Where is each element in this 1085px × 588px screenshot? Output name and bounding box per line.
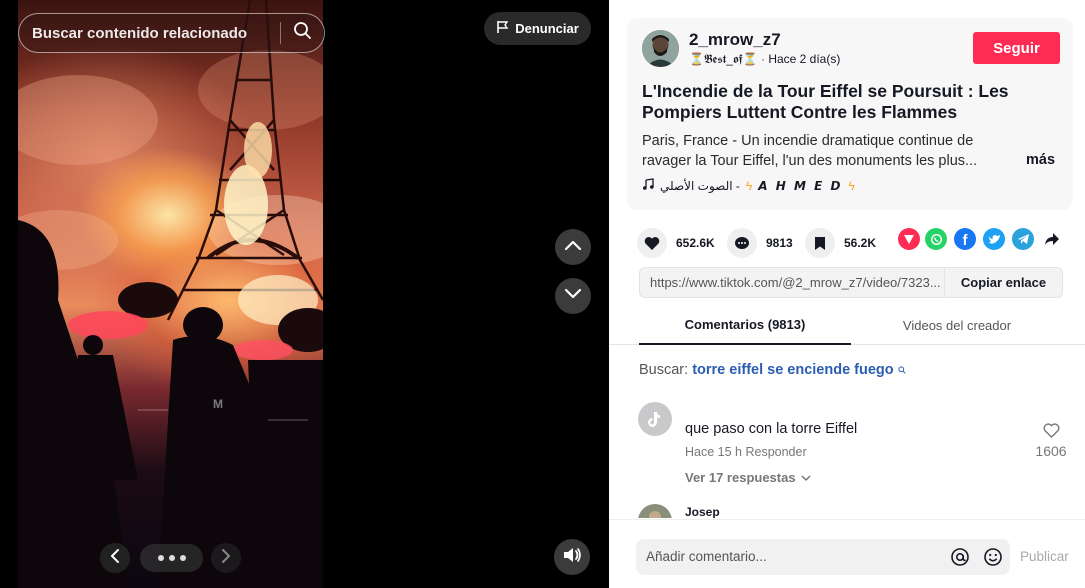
- copy-link-button[interactable]: Copiar enlace: [944, 268, 1062, 297]
- related-search-query[interactable]: torre eiffel se enciende fuego: [692, 362, 893, 378]
- related-search-suggestion[interactable]: Buscar: torre eiffel se enciende fuego: [639, 362, 906, 378]
- share-link-box: https://www.tiktok.com/@2_mrow_z7/video/…: [639, 267, 1063, 298]
- view-replies-button[interactable]: Ver 17 respuestas: [685, 470, 811, 485]
- lightning-icon: ϟ: [745, 178, 753, 193]
- telegram-icon[interactable]: [1012, 228, 1034, 250]
- flag-icon: [496, 20, 509, 37]
- mention-icon[interactable]: [950, 547, 970, 572]
- tiktok-logo-icon: [648, 412, 660, 427]
- search-divider: [280, 22, 281, 44]
- save-count: 56.2K: [844, 236, 877, 250]
- chevron-left-icon: [110, 548, 120, 568]
- save-stat[interactable]: 56.2K: [805, 228, 876, 258]
- related-search-label: Buscar:: [639, 362, 689, 378]
- svg-text:M: M: [213, 397, 223, 411]
- chevron-right-icon: [221, 548, 231, 568]
- chevron-down-icon: [801, 470, 811, 485]
- embed-share-icon[interactable]: [898, 228, 920, 250]
- author-username[interactable]: 2_mrow_z7: [689, 30, 781, 50]
- volume-icon: [562, 546, 582, 569]
- pagination-dot: [157, 555, 164, 561]
- comment-author-name[interactable]: Josep: [685, 505, 720, 518]
- author-card: 2_mrow_z7 ⏳𝕭𝖊𝖘𝖙_𝖔𝖋⏳ · Hace 2 día(s) Segu…: [627, 18, 1073, 210]
- report-button[interactable]: Denunciar: [484, 12, 591, 45]
- tab-creator-videos[interactable]: Videos del creador: [851, 306, 1063, 345]
- comment-text: que paso con la torre Eiffel: [685, 421, 858, 437]
- next-photo-button[interactable]: [211, 543, 241, 573]
- see-more-link[interactable]: más: [1026, 152, 1055, 168]
- comment-icon[interactable]: [727, 228, 757, 258]
- volume-button[interactable]: [554, 539, 590, 575]
- share-arrow-icon[interactable]: [1041, 228, 1063, 250]
- view-replies-label: Ver 17 respuestas: [685, 470, 796, 485]
- comment-like-button[interactable]: [1034, 423, 1068, 443]
- photo-pagination-dots: [140, 544, 203, 572]
- chevron-down-icon: [564, 287, 582, 305]
- heart-outline-icon: [1043, 423, 1060, 442]
- previous-video-button[interactable]: [555, 229, 591, 265]
- comment-count: 9813: [766, 236, 793, 250]
- video-frame: M: [18, 0, 323, 588]
- reply-button[interactable]: Responder: [745, 445, 806, 459]
- comment-stat[interactable]: 9813: [727, 228, 793, 258]
- video-player[interactable]: M Buscar contenido relacionado Denunciar: [0, 0, 609, 588]
- pagination-dot: [179, 555, 186, 561]
- comment-like-count: 1606: [1035, 443, 1067, 459]
- emoji-icon[interactable]: [983, 547, 1003, 572]
- tab-comments[interactable]: Comentarios (9813): [639, 306, 851, 345]
- chevron-up-icon: [564, 238, 582, 256]
- avatar[interactable]: [642, 30, 679, 67]
- bookmark-icon[interactable]: [805, 228, 835, 258]
- music-artist: 𝘼 𝙃 𝙈 𝙀 𝘿: [758, 178, 843, 193]
- related-search-input[interactable]: Buscar contenido relacionado: [32, 25, 280, 42]
- music-credit[interactable]: الصوت الأصلي - ϟ 𝘼 𝙃 𝙈 𝙀 𝘿 ϟ: [642, 178, 855, 193]
- video-link-text[interactable]: https://www.tiktok.com/@2_mrow_z7/video/…: [640, 275, 944, 290]
- comment-composer: Añadir comentario... Publicar: [609, 519, 1085, 588]
- like-count: 652.6K: [676, 236, 715, 250]
- follow-button[interactable]: Seguir: [973, 32, 1060, 64]
- music-note-icon: [642, 178, 654, 193]
- details-panel: 2_mrow_z7 ⏳𝕭𝖊𝖘𝖙_𝖔𝖋⏳ · Hace 2 día(s) Segu…: [609, 0, 1085, 588]
- comment-time: Hace 15 h: [685, 445, 742, 459]
- comment-input[interactable]: Añadir comentario...: [636, 539, 1010, 575]
- post-time: Hace 2 día(s): [768, 52, 841, 66]
- heart-icon[interactable]: [637, 228, 667, 258]
- related-search-bar[interactable]: Buscar contenido relacionado: [18, 13, 325, 53]
- tabs: Comentarios (9813) Videos del creador: [609, 306, 1085, 345]
- music-title: الصوت الأصلي -: [660, 178, 740, 193]
- twitter-icon[interactable]: [983, 228, 1005, 250]
- search-icon: [898, 362, 906, 378]
- avatar[interactable]: [638, 402, 672, 436]
- publish-button[interactable]: Publicar: [1020, 549, 1069, 564]
- author-nickname: ⏳𝕭𝖊𝖘𝖙_𝖔𝖋⏳: [689, 52, 758, 66]
- facebook-icon[interactable]: f: [954, 228, 976, 250]
- avatar[interactable]: [638, 504, 672, 518]
- whatsapp-icon[interactable]: [925, 228, 947, 250]
- report-label: Denunciar: [515, 21, 579, 36]
- post-description: Paris, France - Un incendie dramatique c…: [642, 133, 978, 169]
- comment-list: que paso con la torre Eiffel Hace 15 h R…: [609, 396, 1085, 518]
- like-stat[interactable]: 652.6K: [637, 228, 715, 258]
- post-title: L'Incendie de la Tour Eiffel se Poursuit…: [642, 81, 1009, 122]
- comment-input-placeholder: Añadir comentario...: [646, 549, 767, 564]
- eiffel-tower-fire-image: M: [18, 0, 323, 588]
- comment-meta: Hace 15 h Responder: [685, 445, 807, 459]
- pagination-dot: [168, 555, 175, 561]
- search-icon[interactable]: [293, 21, 312, 45]
- previous-photo-button[interactable]: [100, 543, 130, 573]
- next-video-button[interactable]: [555, 278, 591, 314]
- lightning-icon: ϟ: [848, 178, 855, 193]
- author-subline: ⏳𝕭𝖊𝖘𝖙_𝖔𝖋⏳ · Hace 2 día(s): [689, 52, 841, 66]
